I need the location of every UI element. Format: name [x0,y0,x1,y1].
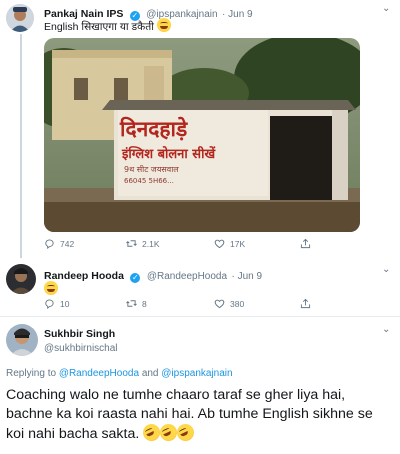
author-name[interactable]: Sukhbir Singh [44,328,118,340]
share-button[interactable] [300,238,311,249]
reply-icon [45,299,54,309]
sign-line-1: दिनदहाड़े [119,116,188,141]
like-button[interactable]: 380 [214,298,300,309]
avatar[interactable] [6,324,38,356]
tweet-date[interactable]: · Jun 9 [222,9,253,20]
reply-button[interactable]: 10 [44,298,126,309]
retweet-icon [126,300,137,307]
retweet-count: 8 [142,298,147,309]
reply-count: 742 [60,238,75,249]
retweet-icon [126,240,137,247]
tweet-date[interactable]: · Jun 9 [232,271,263,282]
laughing-emoji [156,18,171,32]
reply-icon [45,239,54,249]
sign-line-3: 9थ सीट जयसवाल [124,164,179,174]
retweet-button[interactable]: 2.1K [126,238,214,249]
tweet-text: English सिखाएगा या डकैती [44,21,154,33]
chevron-down-icon[interactable]: ⌄ [382,264,390,275]
tweet-image[interactable]: दिनदहाड़े इंग्लिश बोलना सीखें 9थ सीट जयस… [44,38,360,232]
author-handle[interactable]: @sukhbirnischal [44,343,118,354]
like-button[interactable]: 17K [214,238,300,249]
verified-icon [130,273,141,283]
replying-and: and [141,368,159,379]
share-button[interactable] [300,298,311,309]
mention-link[interactable]: @ipspankajnain [161,368,232,379]
author-handle[interactable]: @RandeepHooda [147,271,227,282]
reply-count: 10 [60,298,70,309]
share-icon [300,238,311,249]
share-icon [300,298,311,309]
sign-line-4: 66045 5H66... [124,177,174,185]
chevron-down-icon[interactable]: ⌄ [382,324,390,335]
like-count: 380 [230,298,245,309]
divider [0,316,400,317]
thread-line [20,34,22,258]
sign-line-2: इंग्लिश बोलना सीखें [121,146,216,162]
like-icon [214,239,225,249]
like-count: 17K [230,238,246,249]
avatar[interactable] [6,4,34,32]
laughing-emoji [174,421,198,444]
retweet-button[interactable]: 8 [126,298,214,309]
reply-button[interactable]: 742 [44,238,126,249]
replying-to-label: Replying to [6,368,57,379]
like-icon [214,299,225,309]
laughing-emoji [44,281,58,295]
replying-to: Replying to @RandeepHooda and @ipspankaj… [6,368,233,379]
mention-link[interactable]: @RandeepHooda [59,368,139,379]
chevron-down-icon[interactable]: ⌄ [382,3,390,14]
avatar[interactable] [6,264,36,294]
retweet-count: 2.1K [142,238,160,249]
